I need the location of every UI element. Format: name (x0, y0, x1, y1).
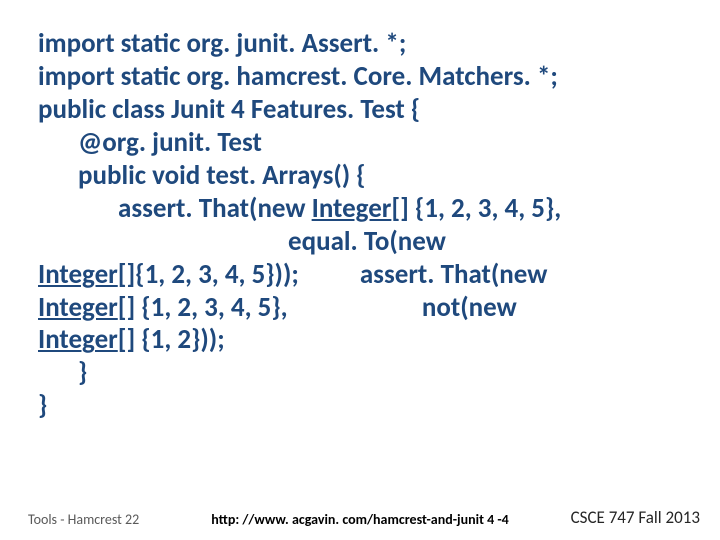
code-line: equal. To(new (38, 226, 698, 259)
code-text: assert. That(new (118, 192, 312, 225)
underlined-type: Integer (38, 258, 118, 291)
code-line: Integer[] {1, 2, 3, 4, 5}, not(new (38, 292, 698, 325)
footer-right: CSCE 747 Fall 2013 (571, 507, 700, 528)
code-text: [] {1, 2, 3, 4, 5}, (391, 192, 561, 225)
code-text: [] {1, 2, 3, 4, 5}, not(new (118, 291, 517, 324)
code-line: import static org. hamcrest. Core. Match… (38, 61, 698, 94)
code-line: import static org. junit. Assert. *; (38, 28, 698, 61)
footer-center-url: http: //www. acgavin. com/hamcrest-and-j… (211, 511, 508, 528)
underlined-type: Integer (312, 192, 392, 225)
slide-container: import static org. junit. Assert. *; imp… (0, 0, 720, 540)
code-line: public class Junit 4 Features. Test { (38, 94, 698, 127)
code-line: } (38, 390, 698, 423)
footer: Tools - Hamcrest 22 http: //www. acgavin… (0, 504, 720, 528)
code-line: Integer[]{1, 2, 3, 4, 5})); assert. That… (38, 259, 698, 292)
underlined-type: Integer (38, 323, 118, 356)
code-line: assert. That(new Integer[] {1, 2, 3, 4, … (38, 193, 698, 226)
footer-left: Tools - Hamcrest 22 (28, 511, 139, 528)
code-line: @org. junit. Test (38, 127, 698, 160)
code-line: public void test. Arrays() { (38, 160, 698, 193)
code-line: Integer[] {1, 2})); (38, 324, 698, 357)
code-text: []{1, 2, 3, 4, 5})); assert. That(new (118, 258, 548, 291)
underlined-type: Integer (38, 291, 118, 324)
code-text: [] {1, 2})); (118, 323, 225, 356)
code-block: import static org. junit. Assert. *; imp… (38, 28, 698, 423)
code-line: } (38, 357, 698, 390)
